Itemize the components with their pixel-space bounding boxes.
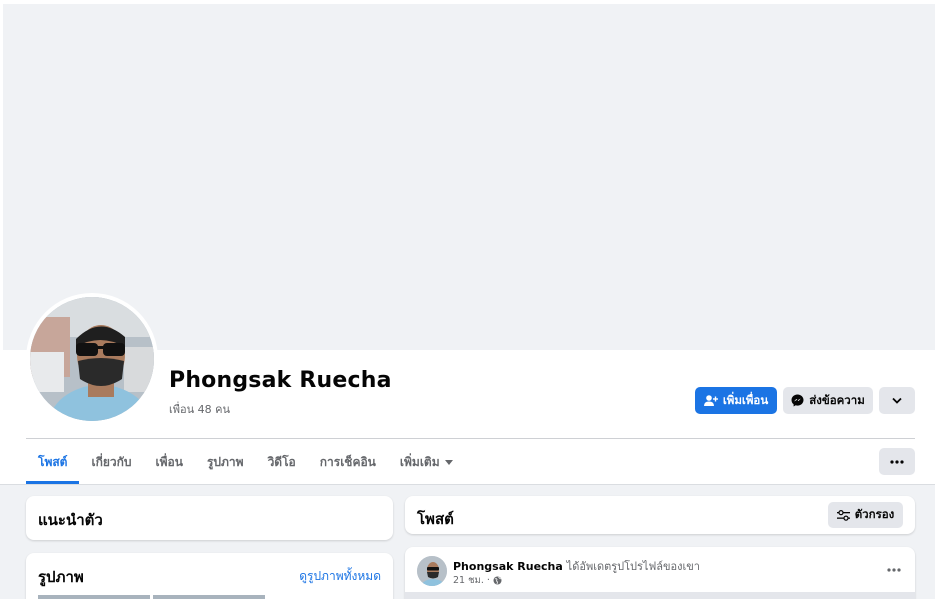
caret-down-icon [444, 459, 453, 465]
avatar-photo [30, 297, 154, 421]
tab-more[interactable]: เพิ่มเติม [388, 440, 465, 484]
intro-title: แนะนำตัว [38, 511, 103, 529]
post-meta: 21 ชม. · [453, 573, 502, 588]
friends-count[interactable]: เพื่อน 48 คน [169, 400, 230, 418]
posts-header-card: โพสต์ ตัวกรอง [405, 496, 915, 534]
ellipsis-icon [887, 568, 901, 572]
message-label: ส่งข้อความ [809, 394, 865, 407]
header-divider [26, 438, 915, 439]
message-button[interactable]: ส่งข้อความ [783, 387, 873, 414]
profile-tabs: โพสต์ เกี่ยวกับ เพื่อน รูปภาพ วิดีโอ การ… [26, 440, 465, 484]
post-timestamp[interactable]: 21 ชม. · [453, 573, 490, 588]
filter-sliders-icon [836, 509, 850, 521]
top-band [0, 0, 935, 350]
tab-checkins[interactable]: การเช็คอิน [308, 440, 388, 484]
post-action-text: ได้อัพเดตรูปโปรไฟล์ของเขา [566, 560, 700, 573]
messenger-icon [791, 394, 804, 407]
filter-button[interactable]: ตัวกรอง [828, 502, 903, 528]
tabs-more-button[interactable] [879, 448, 915, 475]
see-all-photos-link[interactable]: ดูรูปภาพทั้งหมด [299, 567, 381, 586]
tab-videos-label: วิดีโอ [267, 454, 296, 469]
post-card: Phongsak Ruecha ได้อัพเดตรูปโปรไฟล์ของเข… [405, 547, 915, 599]
add-friend-icon [703, 394, 718, 406]
profile-avatar[interactable] [26, 293, 158, 425]
tab-videos[interactable]: วิดีโอ [256, 440, 308, 484]
tab-friends-label: เพื่อน [155, 454, 183, 469]
filter-label: ตัวกรอง [854, 507, 895, 521]
tab-photos[interactable]: รูปภาพ [195, 440, 256, 484]
intro-card: แนะนำตัว [26, 496, 393, 540]
tab-about-label: เกี่ยวกับ [91, 454, 132, 469]
photo-thumbnail[interactable] [153, 595, 265, 599]
profile-name: Phongsak Ruecha [169, 368, 392, 393]
post-options-button[interactable] [887, 561, 901, 575]
add-friend-label: เพิ่มเพื่อน [722, 394, 769, 407]
photos-card: รูปภาพ ดูรูปภาพทั้งหมด [26, 553, 393, 599]
posts-title: โพสต์ [417, 510, 454, 528]
post-author-name[interactable]: Phongsak Ruecha [453, 560, 563, 573]
more-options-button[interactable] [879, 387, 915, 414]
globe-icon [493, 576, 502, 585]
photo-thumbnail[interactable] [38, 595, 150, 599]
tab-photos-label: รูปภาพ [206, 454, 244, 469]
ellipsis-icon [890, 459, 904, 464]
post-media-strip [405, 592, 915, 599]
tab-about[interactable]: เกี่ยวกับ [79, 440, 143, 484]
add-friend-button[interactable]: เพิ่มเพื่อน [695, 387, 777, 414]
tab-checkins-label: การเช็คอิน [319, 454, 376, 469]
chevron-down-icon [892, 397, 902, 404]
photos-title: รูปภาพ [38, 568, 84, 586]
post-author-avatar[interactable] [417, 556, 447, 586]
tab-more-label: เพิ่มเติม [399, 454, 440, 469]
tab-friends[interactable]: เพื่อน [144, 440, 195, 484]
tab-posts-label: โพสต์ [38, 454, 68, 469]
post-avatar-photo [417, 556, 447, 586]
cover-photo[interactable] [3, 4, 935, 350]
tab-posts[interactable]: โพสต์ [26, 440, 80, 484]
